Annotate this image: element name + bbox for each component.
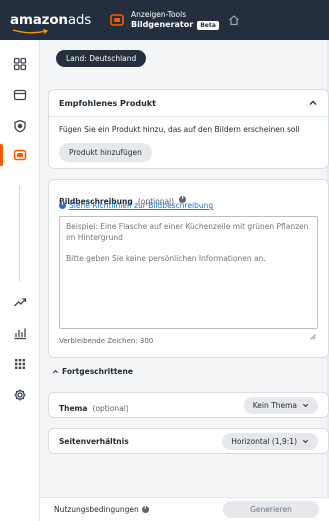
image-description-input[interactable] bbox=[59, 216, 318, 329]
sidebar bbox=[0, 40, 40, 521]
recommended-product-header[interactable]: Empfohlenes Produkt bbox=[49, 90, 328, 116]
tool-title-block: Anzeigen-Tools Bildgenerator Beta bbox=[131, 10, 219, 30]
theme-dropdown[interactable]: Kein Thema bbox=[243, 396, 318, 414]
aspect-ratio-value: Horizontal (1,9:1) bbox=[231, 436, 297, 446]
aspect-ratio-dropdown[interactable]: Horizontal (1,9:1) bbox=[222, 432, 318, 450]
amazon-smile-icon bbox=[12, 29, 49, 34]
chevron-down-icon bbox=[302, 403, 309, 407]
settings-icon[interactable] bbox=[11, 386, 29, 404]
guidelines-link[interactable]: Siehe Richtlinien zur Bildbeschreibung bbox=[69, 201, 213, 210]
generate-button[interactable]: Generieren bbox=[223, 501, 319, 518]
chevron-down-icon bbox=[302, 439, 309, 443]
info-icon[interactable] bbox=[141, 505, 149, 513]
resize-grip-icon[interactable] bbox=[310, 334, 316, 340]
logo-text-ads: ads bbox=[67, 12, 92, 28]
theme-optional: (optional) bbox=[92, 403, 129, 413]
footer-bar: Nutzungsbedingungen Generieren bbox=[40, 497, 329, 521]
advanced-label: Fortgeschrittene bbox=[62, 367, 133, 376]
trend-icon[interactable] bbox=[11, 293, 29, 311]
advanced-toggle[interactable]: Fortgeschrittene bbox=[52, 367, 133, 376]
beta-badge: Beta bbox=[197, 20, 219, 30]
chevron-up-icon[interactable] bbox=[308, 98, 318, 108]
card-divider bbox=[49, 116, 328, 117]
amazon-ads-logo[interactable]: amazon ads bbox=[0, 12, 104, 34]
terms-link[interactable]: Nutzungsbedingungen bbox=[54, 505, 139, 514]
creative-tools-icon[interactable] bbox=[11, 146, 29, 164]
image-generator-icon bbox=[109, 12, 125, 28]
shield-icon[interactable] bbox=[11, 117, 29, 135]
home-icon[interactable] bbox=[228, 14, 240, 26]
tool-name: Bildgenerator bbox=[131, 20, 194, 29]
add-product-button[interactable]: Produkt hinzufügen bbox=[59, 143, 152, 162]
campaigns-icon[interactable] bbox=[11, 86, 29, 104]
theme-card: Thema (optional) Kein Thema bbox=[48, 392, 329, 418]
main-panel: Land: Deutschland Empfohlenes Produkt Fü… bbox=[40, 40, 329, 521]
terms-row[interactable]: Nutzungsbedingungen bbox=[54, 505, 149, 514]
aspect-ratio-label: Seitenverhältnis bbox=[59, 436, 129, 446]
sidebar-divider bbox=[19, 186, 20, 281]
remaining-characters: Verbleibende Zeichen: 300 bbox=[59, 337, 154, 345]
add-product-row: Produkt hinzufügen bbox=[49, 134, 328, 162]
logo-text-amazon: amazon bbox=[10, 12, 68, 28]
guidelines-row: Siehe Richtlinien zur Bildbeschreibung bbox=[59, 201, 213, 210]
product-help-text: Fügen Sie ein Produkt hinzu, das auf den… bbox=[59, 125, 300, 134]
country-selector[interactable]: Land: Deutschland bbox=[56, 50, 147, 67]
reports-icon[interactable] bbox=[11, 324, 29, 342]
help-icon bbox=[59, 201, 66, 209]
recommended-product-title: Empfohlenes Produkt bbox=[59, 98, 156, 108]
top-bar: amazon ads Anzeigen-Tools Bildgenerator B… bbox=[0, 0, 329, 40]
chevron-up-icon bbox=[52, 369, 59, 374]
theme-label: Thema bbox=[59, 403, 88, 413]
image-description-card: Bildbeschreibung (optional) Siehe Richtl… bbox=[48, 179, 329, 358]
theme-label-row: Thema (optional) bbox=[59, 396, 129, 415]
aspect-ratio-card: Seitenverhältnis Horizontal (1,9:1) bbox=[48, 428, 329, 454]
dashboard-icon[interactable] bbox=[11, 55, 29, 73]
theme-value: Kein Thema bbox=[252, 400, 297, 410]
apps-grid-icon[interactable] bbox=[11, 355, 29, 373]
tool-category: Anzeigen-Tools bbox=[131, 10, 187, 19]
active-nav-indicator bbox=[0, 144, 3, 166]
recommended-product-card: Empfohlenes Produkt Fügen Sie ein Produk… bbox=[48, 89, 329, 169]
tool-name-row: Bildgenerator Beta bbox=[131, 20, 219, 30]
